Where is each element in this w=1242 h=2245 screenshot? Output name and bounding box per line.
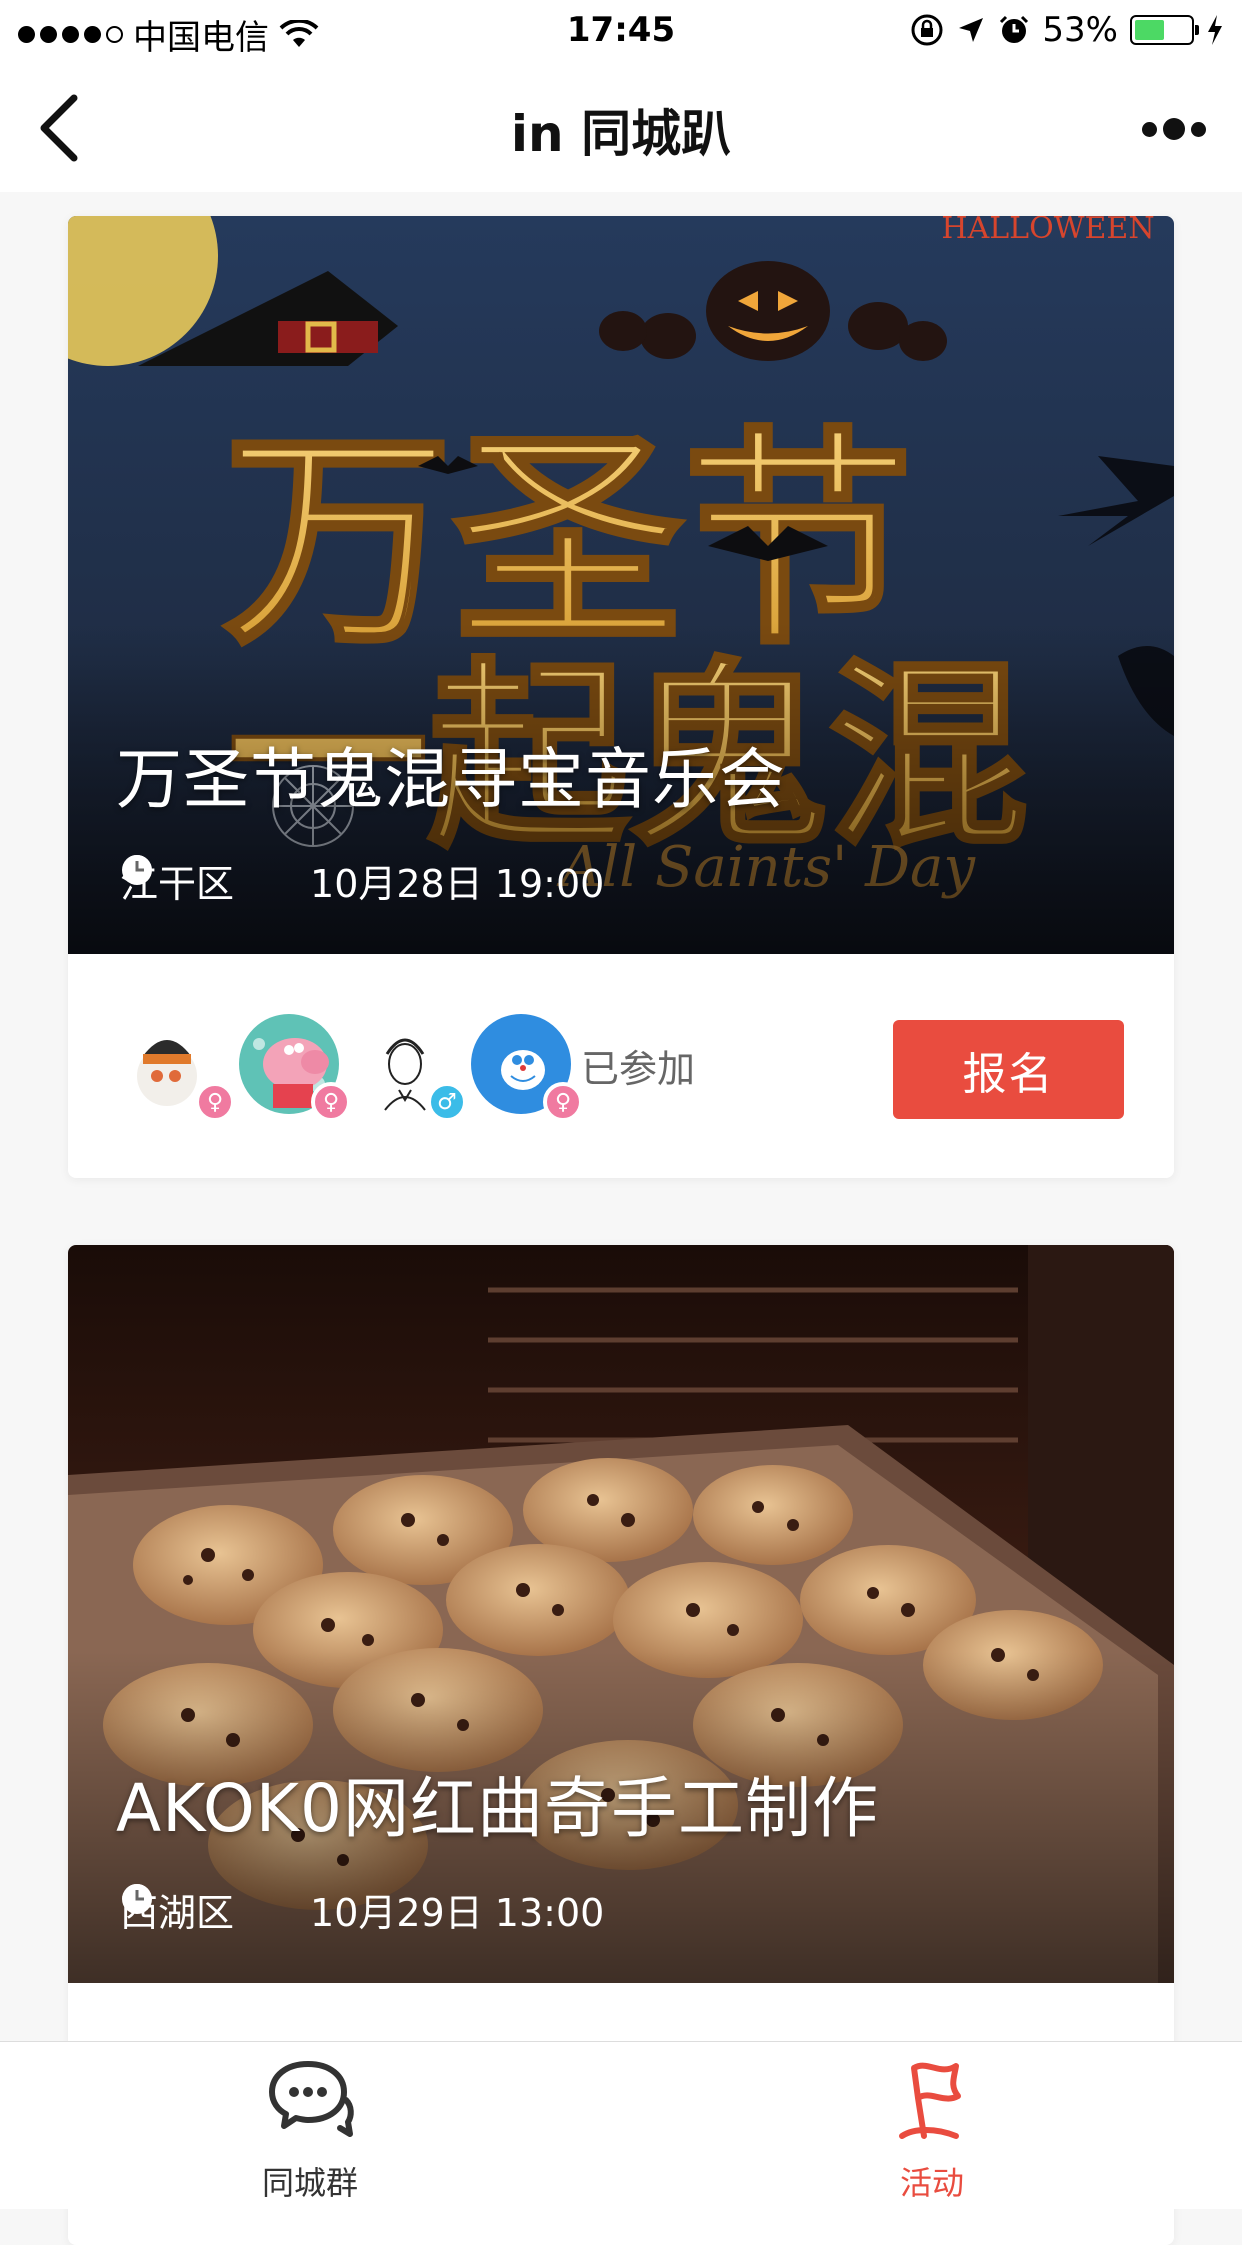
participant-avatar[interactable]: ♀ [239, 1014, 351, 1122]
orientation-lock-icon [911, 14, 943, 46]
more-button[interactable] [1086, 104, 1206, 154]
tab-bar: 同城群 活动 [0, 2041, 1242, 2209]
page-title: in 同城趴 [510, 105, 732, 163]
navigation-bar: in 同城趴 [0, 64, 1242, 192]
event-time: 10月29日 13:00 [122, 1882, 605, 1937]
clock-icon [122, 1884, 152, 1914]
event-poster[interactable]: HALLOWEEN 万圣节 一起鬼混 All Saints' Day 万圣节鬼混… [68, 216, 1174, 954]
more-dots-icon [1142, 121, 1157, 137]
event-footer: ♀ ♀ ♂ ♀ 已参加 报名 [68, 954, 1174, 1178]
battery-percent: 53% [1042, 10, 1118, 50]
location-arrow-icon [959, 18, 984, 42]
event-meta: 江干区 10月28日 19:00 [120, 853, 604, 908]
battery-level [1135, 20, 1164, 40]
joined-label: 已参加 [581, 1047, 696, 1091]
alarm-clock-icon [1000, 15, 1029, 43]
participant-avatar[interactable]: ♀ [123, 1014, 235, 1122]
tab-city-groups[interactable]: 同城群 [190, 2054, 430, 2204]
female-badge-icon: ♀ [311, 1082, 351, 1122]
battery-icon [1130, 15, 1199, 45]
datetime-text: 10月28日 19:00 [310, 862, 605, 906]
flag-icon [899, 2062, 961, 2139]
female-badge-icon: ♀ [543, 1082, 583, 1122]
clock-icon [122, 855, 152, 885]
tab-activities[interactable]: 活动 [812, 2054, 1052, 2204]
status-right: 53% [910, 10, 1224, 50]
tab-label: 活动 [899, 2164, 964, 2202]
participant-avatar[interactable]: ♀ [471, 1014, 583, 1122]
event-title: 万圣节鬼混寻宝音乐会 [116, 741, 786, 818]
datetime-text: 10月29日 13:00 [310, 1891, 605, 1935]
charging-bolt-icon [1208, 15, 1222, 45]
male-badge-icon: ♂ [427, 1082, 467, 1122]
chat-bubbles-icon [269, 2061, 354, 2137]
event-card[interactable]: HALLOWEEN 万圣节 一起鬼混 All Saints' Day 万圣节鬼混… [68, 216, 1174, 1178]
female-badge-icon: ♀ [195, 1082, 235, 1122]
event-title: AKOK0网红曲奇手工制作 [116, 1770, 880, 1847]
cookies-photo-image [68, 1245, 1174, 1983]
event-meta: 西湖区 10月29日 13:00 [120, 1882, 604, 1937]
tab-label: 同城群 [261, 2164, 358, 2202]
signup-button[interactable]: 报名 [893, 1020, 1124, 1119]
halloween-poster-image: HALLOWEEN 万圣节 一起鬼混 All Saints' Day [68, 216, 1174, 954]
participant-avatar[interactable]: ♂ [355, 1014, 467, 1122]
event-time: 10月28日 19:00 [122, 853, 605, 908]
status-bar: 中国电信 17:45 53% [0, 0, 1242, 64]
participant-avatars: ♀ ♀ ♂ ♀ [123, 1014, 583, 1122]
event-poster[interactable]: AKOK0网红曲奇手工制作 西湖区 10月29日 13:00 [68, 1245, 1174, 1983]
